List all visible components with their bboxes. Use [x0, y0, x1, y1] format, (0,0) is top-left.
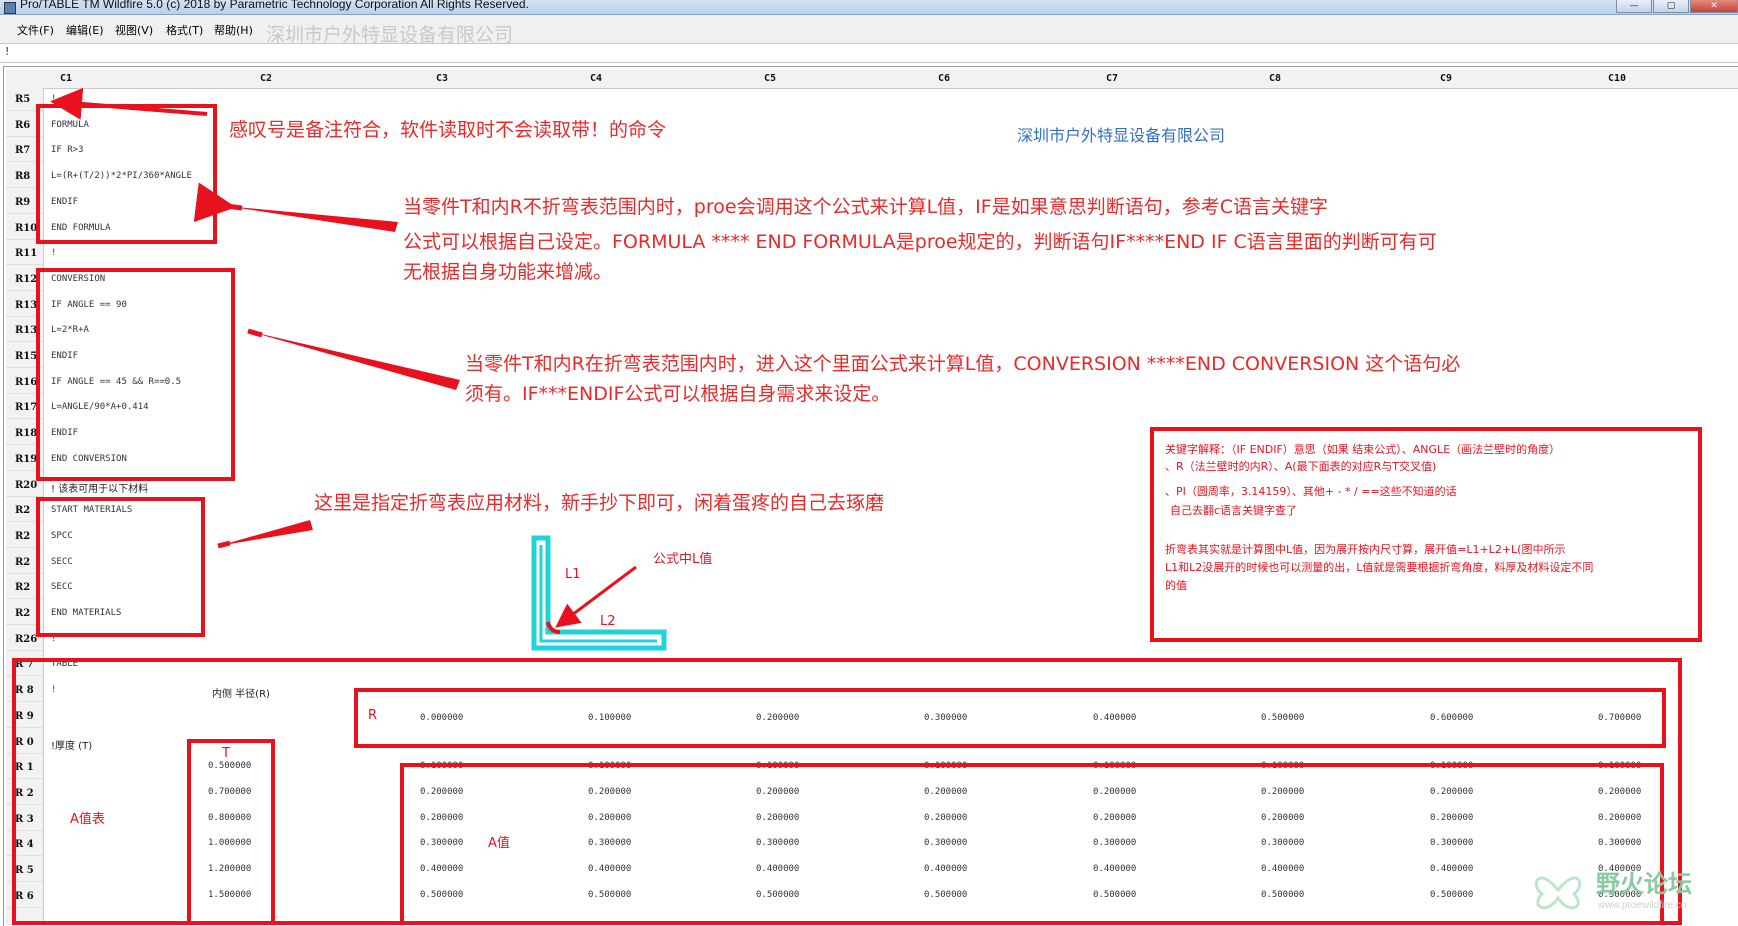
label-t: T: [222, 746, 230, 761]
arrow-to-conversion: [248, 331, 460, 390]
arrow-to-formula: [226, 206, 398, 232]
annotation-materials: 这里是指定折弯表应用材料，新手抄下即可，闲着蛋疼的自己去琢磨: [314, 492, 885, 514]
arrow-to-materials: [218, 520, 313, 546]
note-line: 关键字解释：（IF ENDIF）意思（如果 结束公式）、ANGLE（画法兰壁时的…: [1165, 443, 1561, 456]
annotation-conversion-l2: 须有。IF***ENDIF公式可以根据自身需求来设定。: [465, 383, 891, 405]
forum-logo: 野火论坛 www.proewildfire.cn: [1528, 858, 1728, 922]
logo-text: 野火论坛: [1596, 870, 1692, 898]
note-line: 的值: [1165, 579, 1187, 592]
label-a-table: A值表: [70, 812, 105, 827]
annotation-formula-l2: 公式可以根据自己设定。FORMULA **** END FORMULA是proe…: [403, 231, 1437, 253]
annotation-formula-l1: 当零件T和内R不折弯表范围内时，proe会调用这个公式来计算L值，IF是如果意思…: [403, 196, 1328, 218]
label-l-value: 公式中L值: [653, 552, 713, 567]
note-line: L1和L2没展开的时候也可以测量的出，L值就是需要根据折弯角度，料厚及材料设定不…: [1165, 561, 1594, 574]
annotation-conversion-l1: 当零件T和内R在折弯表范围内时，进入这个里面公式来计算L值，CONVERSION…: [465, 353, 1461, 375]
label-l2: L2: [600, 614, 616, 629]
arrow-to-r5: [50, 87, 208, 120]
label-a-value: A值: [488, 836, 510, 851]
label-r: R: [368, 708, 378, 723]
note-line: 、R（法兰壁时的内R）、A(最下面表的对应R与T交叉值): [1165, 460, 1437, 473]
note-line: 自己去翻c语言关键字查了: [1170, 504, 1298, 517]
note-line: 、PI（圆周率，3.14159）、其他+ - * / ==这些不知道的话: [1165, 485, 1457, 498]
annotation-formula-l3: 无根据自身功能来增减。: [403, 261, 613, 283]
annotation-exclamation: 感叹号是备注符合，软件读取时不会读取带！的命令: [229, 119, 667, 141]
note-line: 折弯表其实就是计算图中L值，因为展开按内尺寸算，展开值=L1+L2+L(图中所示: [1165, 543, 1566, 556]
logo-url: www.proewildfire.cn: [1598, 900, 1687, 911]
company-name-blue: 深圳市户外特显设备有限公司: [1017, 126, 1226, 145]
label-l1: L1: [565, 567, 581, 582]
butterfly-logo-icon: [1534, 876, 1582, 910]
